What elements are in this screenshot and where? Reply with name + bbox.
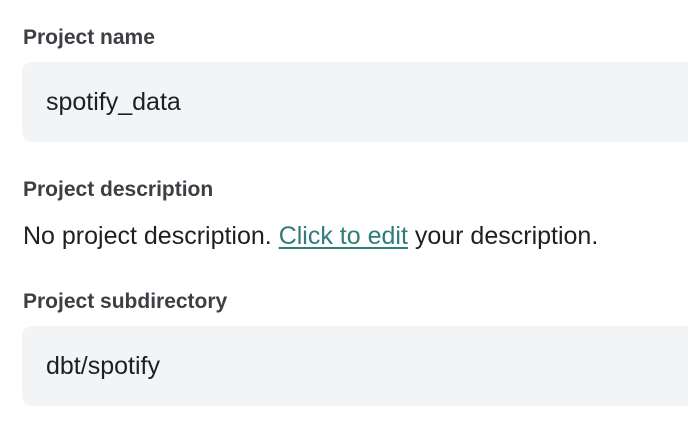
description-placeholder-prefix: No project description. bbox=[23, 222, 279, 250]
project-description-text: No project description. Click to edit yo… bbox=[23, 220, 598, 252]
project-subdirectory-value: dbt/spotify bbox=[46, 351, 160, 380]
edit-description-link[interactable]: Click to edit bbox=[279, 222, 408, 250]
description-placeholder-suffix: your description. bbox=[407, 222, 599, 250]
project-name-label: Project name bbox=[23, 26, 155, 49]
project-description-label: Project description bbox=[23, 178, 214, 201]
project-subdirectory-label: Project subdirectory bbox=[23, 290, 228, 313]
project-settings-form: Project name spotify_data Project descri… bbox=[0, 0, 688, 432]
project-subdirectory-field[interactable]: dbt/spotify bbox=[22, 326, 688, 406]
project-name-field[interactable]: spotify_data bbox=[22, 62, 688, 142]
project-name-value: spotify_data bbox=[46, 87, 181, 116]
